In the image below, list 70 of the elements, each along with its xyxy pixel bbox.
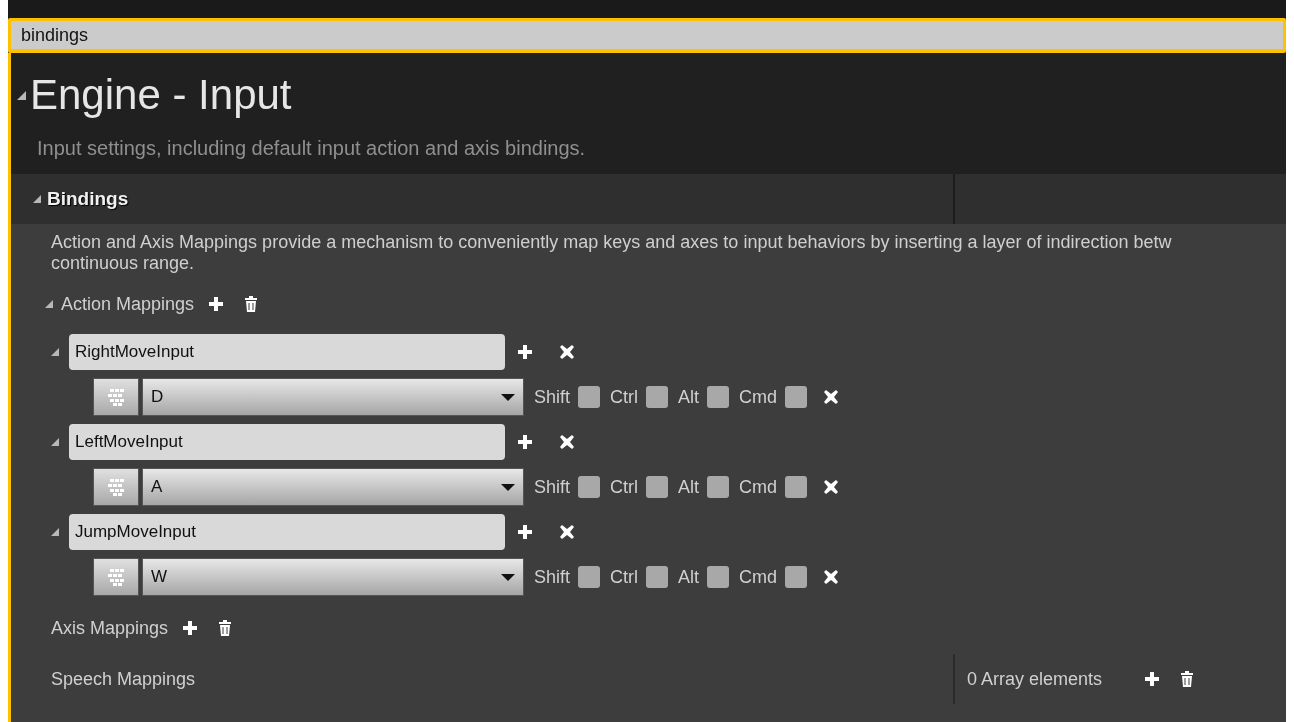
key-dropdown[interactable]: A: [142, 468, 524, 506]
expand-triangle-icon[interactable]: [51, 348, 59, 356]
add-icon[interactable]: [517, 344, 533, 360]
checkbox[interactable]: [785, 476, 808, 498]
checkbox[interactable]: [785, 566, 808, 588]
modifier-label: Alt: [678, 566, 700, 588]
modifier-label: Shift: [534, 386, 571, 408]
add-icon[interactable]: [1144, 671, 1161, 687]
modifier-label: Shift: [534, 566, 571, 588]
modifier-label: Cmd: [739, 386, 778, 408]
modifier-label: Cmd: [739, 476, 778, 498]
checkbox[interactable]: [646, 386, 669, 408]
expand-triangle-icon[interactable]: [51, 528, 59, 536]
trash-icon[interactable]: [244, 296, 259, 312]
checkbox[interactable]: [785, 386, 808, 408]
keyboard-button[interactable]: [93, 378, 139, 416]
close-icon[interactable]: [823, 479, 840, 495]
expand-triangle-icon[interactable]: [51, 438, 59, 446]
keyboard-button[interactable]: [93, 558, 139, 596]
caret-icon: [501, 573, 515, 581]
modifier-label: Cmd: [739, 566, 778, 588]
close-icon[interactable]: [823, 569, 840, 585]
section-header[interactable]: Bindings: [11, 174, 1286, 224]
group-label: Action Mappings: [61, 293, 195, 315]
expand-triangle-icon[interactable]: [45, 300, 53, 308]
category-description: Input settings, including default input action and axis bindings.: [37, 137, 587, 160]
caret-icon: [501, 393, 515, 401]
modifier-label: Ctrl: [610, 476, 639, 498]
caret-icon: [501, 483, 515, 491]
section-description: Action and Axis Mappings provide a mechanism to conveniently map keys and axes to input behaviors by inserting a layer of indirection betw continuous range.: [50, 231, 1173, 274]
array-count: 0 Array elements: [967, 668, 1103, 690]
keyboard-button[interactable]: [93, 468, 139, 506]
trash-icon[interactable]: [218, 620, 233, 636]
checkbox[interactable]: [646, 566, 669, 588]
expand-triangle-icon[interactable]: [17, 90, 26, 100]
trash-icon[interactable]: [1180, 671, 1195, 687]
close-icon[interactable]: [559, 524, 575, 540]
modifier-label: Alt: [678, 386, 700, 408]
modifier-label: Alt: [678, 476, 700, 498]
group-label: Axis Mappings: [51, 617, 169, 639]
action-name-field[interactable]: LeftMoveInput: [69, 424, 505, 460]
key-grid-icon: [106, 387, 126, 407]
action-name-field[interactable]: JumpMoveInput: [69, 514, 505, 550]
modifier-label: Shift: [534, 476, 571, 498]
category-title: Engine - Input: [30, 71, 292, 119]
key-grid-icon: [106, 477, 126, 497]
close-icon[interactable]: [559, 434, 575, 450]
action-name-field[interactable]: RightMoveInput: [69, 334, 505, 370]
checkbox[interactable]: [707, 386, 730, 408]
modifier-label: Ctrl: [610, 566, 639, 588]
close-icon[interactable]: [559, 344, 575, 360]
key-dropdown[interactable]: W: [142, 558, 524, 596]
checkbox[interactable]: [578, 476, 601, 498]
add-icon[interactable]: [517, 434, 533, 450]
checkbox[interactable]: [578, 566, 601, 588]
key-dropdown[interactable]: D: [142, 378, 524, 416]
group-label: Speech Mappings: [51, 668, 196, 690]
checkbox[interactable]: [707, 566, 730, 588]
search-field[interactable]: bindings: [8, 18, 1286, 53]
checkbox[interactable]: [578, 386, 601, 408]
add-icon[interactable]: [182, 620, 199, 636]
checkbox[interactable]: [707, 476, 730, 498]
checkbox[interactable]: [646, 476, 669, 498]
expand-triangle-icon[interactable]: [33, 195, 41, 203]
add-icon[interactable]: [208, 296, 225, 312]
add-icon[interactable]: [517, 524, 533, 540]
section-title: Bindings: [47, 188, 129, 210]
key-grid-icon: [106, 567, 126, 587]
modifier-label: Ctrl: [610, 386, 639, 408]
close-icon[interactable]: [823, 389, 840, 405]
